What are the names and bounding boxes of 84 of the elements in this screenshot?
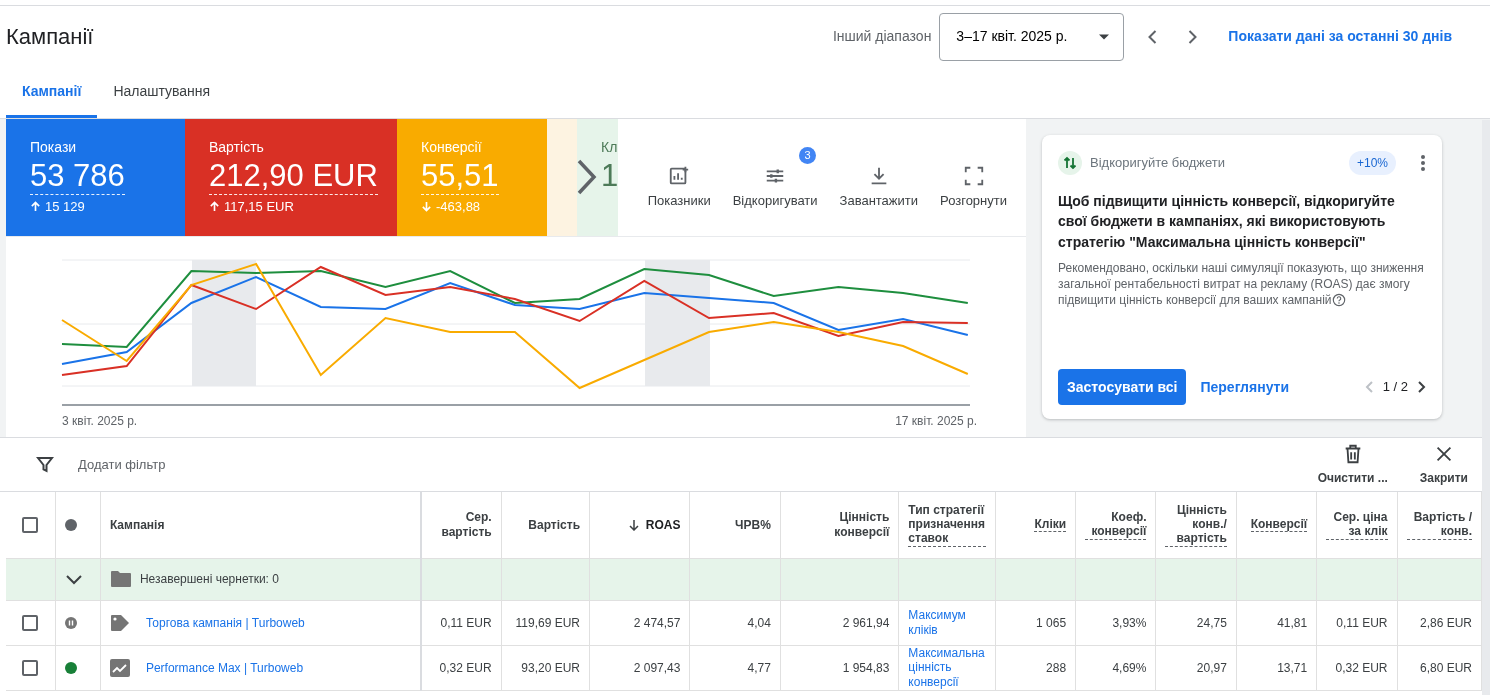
table-cell: 0,11 EUR	[1336, 615, 1388, 630]
apply-all-button[interactable]: Застосувати всі	[1058, 369, 1187, 405]
arrows-up-down-icon	[1058, 151, 1082, 175]
toolbar-button[interactable]: Розгорнути	[929, 144, 1018, 211]
metric-value: 53 786	[30, 158, 125, 195]
metric-label: Конверсії	[421, 138, 483, 157]
table-cell: 3,93%	[1112, 615, 1147, 630]
metric-value: 55,51	[421, 158, 499, 195]
axis-label: 3 квіт. 2025 р.	[62, 413, 138, 430]
metric-delta: 15 129	[45, 197, 85, 216]
group-label: Незавершені чернетки: 0	[139, 571, 279, 588]
tag-icon	[109, 613, 130, 632]
help-icon[interactable]	[1331, 293, 1346, 308]
column-header[interactable]: Кліки	[1034, 517, 1067, 533]
table-cell: 119,69 EUR	[515, 615, 580, 630]
metric-label: Кл	[601, 138, 618, 157]
close-button[interactable]: Закрити	[1411, 442, 1476, 487]
toolbar-button[interactable]: Завантажити	[828, 144, 930, 211]
table-cell: 1 065	[1036, 615, 1067, 630]
table-cell: 2 097,43	[633, 660, 681, 675]
sort-down-icon	[627, 519, 640, 532]
add-filter-button[interactable]: Додати фільтр	[78, 454, 166, 475]
table-cell: 24,75	[1196, 615, 1227, 630]
clear-button[interactable]: Очистити ...	[1309, 442, 1396, 487]
pager-text: 1 / 2	[1382, 378, 1408, 397]
table-cell: 13,71	[1277, 660, 1308, 675]
row-checkbox[interactable]	[22, 615, 39, 632]
caret-icon	[1099, 33, 1110, 40]
table-cell: 2 474,57	[633, 615, 681, 630]
more-options-icon[interactable]	[1420, 154, 1426, 172]
table-cell: 2 961,94	[842, 615, 890, 630]
metric-card[interactable]: Кл 1	[547, 119, 618, 236]
metric-card[interactable]: Покази 53 786 15 129	[6, 119, 185, 236]
select-all-checkbox[interactable]	[22, 516, 39, 533]
metric-card[interactable]: Вартість 212,90 EUR 117,15 EUR	[185, 119, 397, 236]
recommendation-text: Рекомендовано, оскільки наші симуляції показують, що зниження загальної рентабельності витрат на рекламу (ROAS) дає змогу підвищити цінність конверсії для ваших кампаній	[1058, 259, 1425, 309]
date-range-label: Інший діапазон	[832, 27, 932, 46]
table-cell: 6,80 EUR	[1419, 660, 1472, 675]
column-header[interactable]: ЧРВ%	[735, 517, 771, 532]
table-cell: 41,81	[1277, 615, 1308, 630]
column-header[interactable]: Вартість	[528, 517, 580, 532]
table-cell: 0,32 EUR	[439, 660, 492, 675]
table-cell: 4,77	[747, 660, 771, 675]
uplift-badge: +10%	[1348, 151, 1396, 175]
chevron-left-icon	[1147, 30, 1157, 45]
column-header[interactable]: Конверсії	[1250, 517, 1308, 533]
toolbar-button[interactable]: 3 Відкоригувати	[721, 144, 829, 211]
table-cell: 20,97	[1196, 660, 1227, 675]
column-header[interactable]: Кампанія	[109, 517, 165, 532]
metric-delta: 117,15 EUR	[224, 197, 294, 216]
folder-icon	[109, 570, 132, 588]
table-cell: 288	[1046, 660, 1067, 675]
recommendation-heading: Щоб підвищити цінність конверсії, відкоригуйте свої бюджети в кампаніях, які використовують стратегію "Максимальна цінність конверсії"	[1058, 192, 1396, 252]
table-cell: 4,69%	[1112, 660, 1147, 675]
trend-chart-icon	[109, 658, 130, 677]
toolbar-button[interactable]: Показники	[636, 144, 722, 211]
metric-value: 212,90 EUR	[209, 158, 378, 195]
filter-icon[interactable]	[36, 455, 54, 474]
table-cell: 0,32 EUR	[1335, 660, 1388, 675]
table-cell: 1 954,83	[842, 660, 890, 675]
row-checkbox[interactable]	[22, 660, 39, 677]
recommendation-type: Відкоригуйте бюджети	[1090, 154, 1226, 173]
column-header[interactable]: ROAS	[645, 517, 681, 532]
expand-icon	[962, 164, 985, 187]
metric-delta: -463,88	[436, 197, 481, 216]
chevron-right-icon	[1187, 30, 1197, 45]
metric-value: 1	[601, 158, 618, 195]
axis-label: 17 квіт. 2025 р.	[895, 413, 977, 430]
page-title: Кампанії	[6, 23, 94, 51]
count-badge: 3	[799, 146, 817, 164]
chart-plus-icon	[668, 164, 691, 187]
table-cell: 0,11 EUR	[440, 615, 492, 630]
status-dot-icon	[64, 519, 77, 532]
metric-label: Вартість	[209, 138, 265, 157]
metric-label: Покази	[30, 138, 78, 157]
table-cell: 4,04	[747, 615, 771, 630]
table-cell: 2,86 EUR	[1419, 615, 1472, 630]
last-30-days-link[interactable]: Показати дані за останні 30 днів	[1228, 26, 1452, 47]
next-icon[interactable]	[1416, 380, 1426, 394]
table-cell: 93,20 EUR	[521, 660, 580, 675]
chevron-down-icon[interactable]	[64, 573, 83, 586]
tab[interactable]: Налаштування	[97, 67, 227, 118]
date-range-dropdown[interactable]: 3–17 квіт. 2025 р.	[939, 12, 1125, 61]
view-button[interactable]: Переглянути	[1194, 375, 1296, 399]
